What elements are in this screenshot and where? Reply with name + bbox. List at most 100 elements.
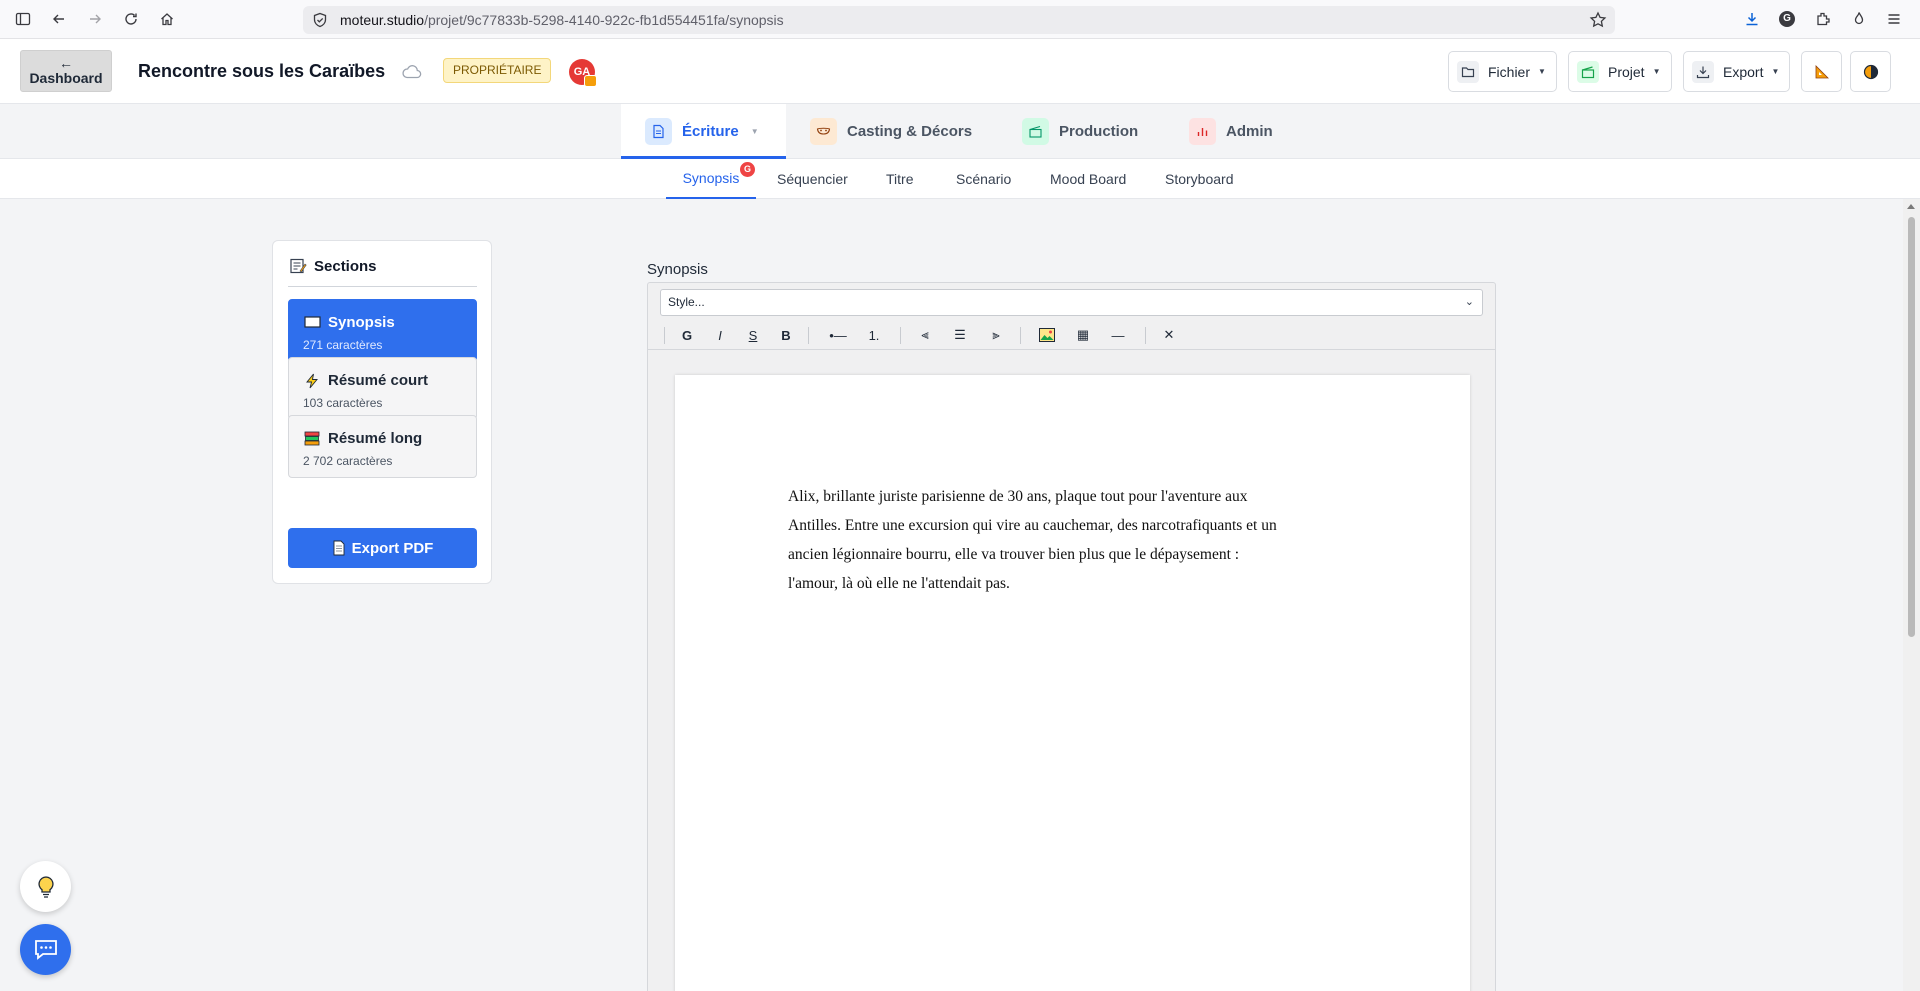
download-icon xyxy=(1692,60,1714,83)
tab-casting-label: Casting & Décors xyxy=(847,123,973,140)
menu-icon[interactable] xyxy=(1884,9,1904,29)
clear-format-button[interactable]: ✕ xyxy=(1157,323,1181,347)
chevron-down-icon: ▼ xyxy=(1538,67,1546,76)
lightbulb-icon xyxy=(37,875,54,898)
subtab-storyboard[interactable]: Storyboard xyxy=(1165,159,1233,199)
theme-toggle-button[interactable] xyxy=(1850,51,1891,92)
dashboard-label: Dashboard xyxy=(29,70,103,86)
bar-chart-icon xyxy=(1189,118,1216,145)
style-select-value: Style... xyxy=(668,295,705,309)
subtab-scenario[interactable]: Scénario xyxy=(956,159,1011,199)
section-item-count: 2 702 caractères xyxy=(303,454,393,468)
page-icon xyxy=(333,540,345,556)
main-tabs: Écriture ▼ Casting & Décors Production A… xyxy=(0,104,1920,159)
subtab-sequencier[interactable]: Séquencier xyxy=(777,159,848,199)
sections-heading: Sections xyxy=(289,257,377,275)
avatar-status-icon xyxy=(584,75,597,87)
bookmark-star-icon[interactable] xyxy=(1589,11,1607,29)
back-arrow-icon: ← xyxy=(59,55,73,71)
toolbar-separator xyxy=(664,327,665,344)
synopsis-line: Antilles. Entre une excursion qui vire a… xyxy=(788,517,1277,534)
align-center-button[interactable]: ☰ xyxy=(948,323,972,347)
monitor-icon xyxy=(303,315,321,331)
extensions-icon[interactable] xyxy=(1813,9,1833,29)
flame-icon[interactable] xyxy=(1849,9,1869,29)
chevron-down-icon: ▼ xyxy=(750,127,759,136)
clapperboard-icon xyxy=(1577,60,1599,83)
project-menu-button[interactable]: Projet ▼ xyxy=(1568,51,1672,92)
bullet-list-button[interactable]: •— xyxy=(823,323,853,347)
export-pdf-label: Export PDF xyxy=(351,539,434,557)
synopsis-text[interactable]: Alix, brillante juriste parisienne de 30… xyxy=(788,482,1368,598)
strikethrough-button[interactable]: S xyxy=(741,323,765,347)
image-icon xyxy=(1039,328,1055,342)
insert-image-button[interactable] xyxy=(1035,323,1059,347)
section-item-count: 103 caractères xyxy=(303,396,383,410)
export-pdf-button[interactable]: Export PDF xyxy=(288,528,477,568)
bold-button[interactable]: B xyxy=(774,323,798,347)
reload-icon[interactable] xyxy=(121,9,141,29)
folder-icon xyxy=(1457,60,1479,83)
project-menu-label: Projet xyxy=(1608,63,1645,80)
section-item-resume-court[interactable]: Résumé court 103 caractères xyxy=(288,357,477,420)
document-page[interactable]: Alix, brillante juriste parisienne de 30… xyxy=(675,375,1470,991)
sidebar-toggle-icon[interactable] xyxy=(13,9,33,29)
forward-icon[interactable] xyxy=(85,9,105,29)
document-icon xyxy=(645,118,672,145)
synopsis-line: ancien légionnaire bourru, elle va trouv… xyxy=(788,546,1240,563)
editor-label: Synopsis xyxy=(647,261,708,278)
editor-toolbar: G I S B •— 1. ⫷ ☰ ⫸ ▦ — ✕ xyxy=(648,320,1495,350)
site-security-icon[interactable] xyxy=(312,12,328,28)
lightning-icon xyxy=(303,373,321,389)
page-scrollbar[interactable] xyxy=(1903,199,1920,991)
address-bar[interactable]: moteur.studio/projet/9c77833b-5298-4140-… xyxy=(303,6,1615,34)
tab-production[interactable]: Production xyxy=(1022,104,1138,159)
chevron-down-icon: ▼ xyxy=(1652,67,1661,76)
section-item-synopsis[interactable]: Synopsis 271 caractères xyxy=(288,299,477,362)
section-item-title: Synopsis xyxy=(303,314,395,331)
file-menu-button[interactable]: Fichier ▼ xyxy=(1448,51,1557,92)
home-icon[interactable] xyxy=(157,9,177,29)
table-button[interactable]: ▦ xyxy=(1071,323,1095,347)
tab-production-label: Production xyxy=(1059,123,1139,140)
browser-toolbar: moteur.studio/projet/9c77833b-5298-4140-… xyxy=(0,0,1920,39)
scroll-up-arrow-icon[interactable] xyxy=(1907,204,1915,209)
cloud-sync-icon xyxy=(402,65,422,79)
section-item-label: Résumé court xyxy=(328,372,429,389)
sub-tabs: Synopsis Séquencier Titre Scénario Mood … xyxy=(0,159,1920,199)
toolbar-separator xyxy=(900,327,901,344)
align-left-button[interactable]: ⫷ xyxy=(913,323,937,347)
tab-casting-decors[interactable]: Casting & Décors xyxy=(810,104,972,159)
url-text: moteur.studio/projet/9c77833b-5298-4140-… xyxy=(340,12,784,28)
align-right-button[interactable]: ⫸ xyxy=(984,323,1008,347)
style-select[interactable]: Style... ⌄ xyxy=(660,289,1483,316)
section-item-label: Résumé long xyxy=(328,430,423,447)
tips-button[interactable] xyxy=(20,861,71,912)
ordered-list-button[interactable]: 1. xyxy=(862,323,886,347)
tab-admin-label: Admin xyxy=(1226,123,1273,140)
ruler-button[interactable] xyxy=(1801,51,1842,92)
profile-icon[interactable]: G xyxy=(1777,9,1797,29)
back-icon[interactable] xyxy=(49,9,69,29)
subtab-titre[interactable]: Titre xyxy=(886,159,913,199)
clapperboard-icon xyxy=(1022,118,1049,145)
export-menu-button[interactable]: Export ▼ xyxy=(1683,51,1791,92)
horizontal-rule-button[interactable]: — xyxy=(1106,323,1130,347)
tab-admin[interactable]: Admin xyxy=(1189,104,1273,159)
tab-ecriture[interactable]: Écriture ▼ xyxy=(621,104,786,159)
bold-g-button[interactable]: G xyxy=(675,323,699,347)
italic-button[interactable]: I xyxy=(708,323,732,347)
app-header: ← Dashboard Rencontre sous les Caraïbes … xyxy=(0,39,1920,104)
scrollbar-thumb[interactable] xyxy=(1908,217,1915,637)
project-title: Rencontre sous les Caraïbes xyxy=(138,61,386,81)
chat-button[interactable] xyxy=(20,924,71,975)
section-item-label: Synopsis xyxy=(328,314,395,331)
books-icon xyxy=(303,431,321,447)
section-item-title: Résumé long xyxy=(303,430,422,447)
subtab-mood-board[interactable]: Mood Board xyxy=(1050,159,1126,199)
downloads-icon[interactable] xyxy=(1742,9,1762,29)
file-menu-label: Fichier xyxy=(1488,63,1531,80)
theme-contrast-icon xyxy=(1863,64,1878,79)
dashboard-button[interactable]: ← Dashboard xyxy=(20,50,112,92)
section-item-resume-long[interactable]: Résumé long 2 702 caractères xyxy=(288,415,477,478)
